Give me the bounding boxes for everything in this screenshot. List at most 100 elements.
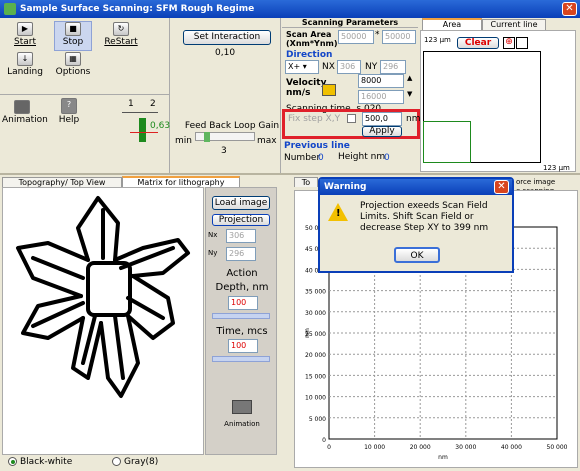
- y-tick-label: 20 000: [305, 352, 326, 359]
- feedback-max: max: [257, 136, 277, 146]
- warning-message: Projection exeeds Scan Field Limits. Shi…: [360, 201, 489, 233]
- fix-step-checkbox[interactable]: [347, 114, 356, 123]
- radio-black-white-label: Black-white: [20, 457, 73, 467]
- x-tick-label: 50 000: [547, 444, 568, 451]
- section-divider: [0, 173, 580, 175]
- monitor-icon: [14, 100, 30, 114]
- lock-icon[interactable]: [322, 84, 336, 96]
- tab-force-image[interactable]: orce image: [516, 178, 555, 186]
- play-icon: ▶: [17, 22, 33, 36]
- close-button[interactable]: ✕: [562, 2, 577, 16]
- nx-label: NX: [322, 62, 335, 72]
- x-tick-label: 30 000: [455, 444, 476, 451]
- drawing-canvas[interactable]: [2, 187, 204, 455]
- depth-field[interactable]: 100: [228, 296, 258, 310]
- ok-button[interactable]: OK: [394, 247, 440, 263]
- set-interaction-button[interactable]: Set Interaction: [183, 30, 271, 45]
- tab-matrix-lithography[interactable]: Matrix for lithography: [122, 176, 240, 187]
- apply-button[interactable]: Apply: [362, 126, 402, 137]
- options-button[interactable]: ▦ Options: [54, 52, 92, 77]
- stop-icon: ■: [65, 22, 81, 36]
- warning-icon-mark: !: [336, 208, 341, 219]
- fix-step-unit: nm: [406, 114, 421, 124]
- depth-slider[interactable]: [212, 313, 270, 319]
- lithography-controls: Load image Projection Nx 306 Ny 296 Acti…: [205, 187, 277, 455]
- toolbar-panel: ▶ Start ■ Stop ↻ ReStart ↓ Landing ▦ Options …: [0, 18, 170, 173]
- options-label: Options: [55, 67, 91, 77]
- projection-button[interactable]: Projection: [212, 214, 270, 226]
- flower-drawing: [16, 196, 190, 398]
- radio-gray[interactable]: [112, 457, 121, 466]
- nx-field[interactable]: 306: [337, 60, 361, 74]
- landing-button[interactable]: ↓ Landing: [6, 52, 44, 77]
- y-tick-label: 35 000: [305, 289, 326, 296]
- area-size-bottom: 123 µm: [543, 164, 570, 172]
- feedback-slider[interactable]: [195, 132, 255, 142]
- nx-field-2[interactable]: 306: [226, 229, 256, 243]
- y-tick-label: 15 000: [305, 373, 326, 380]
- height-label: Height nm: [338, 152, 386, 162]
- restart-button[interactable]: ↻ ReStart: [102, 22, 140, 47]
- chevron-down-icon: ▾: [302, 62, 307, 71]
- feedback-value: 3: [221, 146, 227, 156]
- scale-track: [122, 112, 158, 113]
- previous-line-label: Previous line: [284, 141, 350, 151]
- area-panel: Area Current line 123 µm Clear ⊕ 123 µm: [420, 18, 578, 173]
- drawing-panel: Topography/ Top View Matrix for lithogra…: [0, 176, 292, 471]
- scan-area-y[interactable]: 50000: [382, 30, 416, 44]
- depth-label: Depth, nm: [215, 282, 269, 293]
- ny-field-2[interactable]: 296: [226, 247, 256, 261]
- restart-icon: ↻: [113, 22, 129, 36]
- fix-step-field[interactable]: 500,0: [362, 112, 402, 126]
- interaction-value: 0,10: [215, 48, 236, 58]
- scale-bar[interactable]: [139, 118, 146, 142]
- scan-area-x[interactable]: 50000: [338, 30, 374, 44]
- frame-icon[interactable]: [516, 37, 528, 49]
- number-label: Number: [284, 153, 321, 163]
- velocity-field-1[interactable]: 8000: [358, 74, 404, 88]
- time-field[interactable]: 100: [228, 339, 258, 353]
- velocity-field-2[interactable]: 16000: [358, 90, 404, 104]
- times-icon: *: [375, 30, 380, 40]
- zoom-icon[interactable]: ⊕: [503, 37, 515, 49]
- scan-area-label: Scan Area (Xnm*Ynm): [286, 30, 338, 48]
- ny-field[interactable]: 296: [380, 60, 406, 74]
- help-button[interactable]: ? Help: [50, 98, 88, 125]
- tab-area[interactable]: Area: [422, 18, 482, 30]
- load-image-button[interactable]: Load image: [212, 196, 270, 210]
- animation-button[interactable]: Animation: [2, 100, 48, 125]
- options-icon: ▦: [65, 52, 81, 66]
- ny-label: NY: [365, 62, 378, 72]
- scale-label-1: 1: [128, 99, 134, 109]
- tab-topography-chart[interactable]: To: [294, 177, 318, 187]
- feedback-label: Feed Back Loop Gain: [184, 121, 280, 131]
- stop-button[interactable]: ■ Stop: [54, 21, 92, 51]
- animation-monitor-icon[interactable]: [232, 400, 252, 414]
- landing-label: Landing: [7, 67, 43, 77]
- tab-current-line[interactable]: Current line: [482, 19, 546, 30]
- feedback-slider-thumb[interactable]: [204, 132, 210, 142]
- area-canvas[interactable]: 123 µm Clear ⊕ 123 µm: [420, 30, 576, 172]
- direction-select[interactable]: X+ ▾: [285, 60, 319, 74]
- y-tick-label: 0: [322, 437, 326, 444]
- scale-label-2: 2: [150, 99, 156, 109]
- time-label: Time, mcs: [216, 326, 268, 337]
- clear-button[interactable]: Clear: [457, 37, 499, 49]
- time-slider[interactable]: [212, 356, 270, 362]
- velocity-spin-up-icon[interactable]: ▲: [407, 74, 412, 82]
- x-tick-label: 20 000: [410, 444, 431, 451]
- warning-close-button[interactable]: ✕: [494, 180, 509, 194]
- velocity-spin-down-icon[interactable]: ▼: [407, 90, 412, 98]
- x-axis-label: nm: [438, 454, 448, 461]
- warning-title: Warning: [324, 182, 367, 192]
- direction-label: Direction: [286, 50, 333, 60]
- start-button[interactable]: ▶ Start: [6, 22, 44, 47]
- animation-label-2: Animation: [224, 420, 260, 428]
- fix-step-label: Fix step X,Y: [288, 114, 341, 124]
- help-label: Help: [58, 115, 80, 125]
- action-label: Action: [226, 268, 258, 279]
- radio-black-white[interactable]: [8, 457, 17, 466]
- tab-topography[interactable]: Topography/ Top View: [2, 177, 122, 187]
- x-tick-label: 0: [327, 444, 331, 451]
- y-tick-label: 10 000: [305, 395, 326, 402]
